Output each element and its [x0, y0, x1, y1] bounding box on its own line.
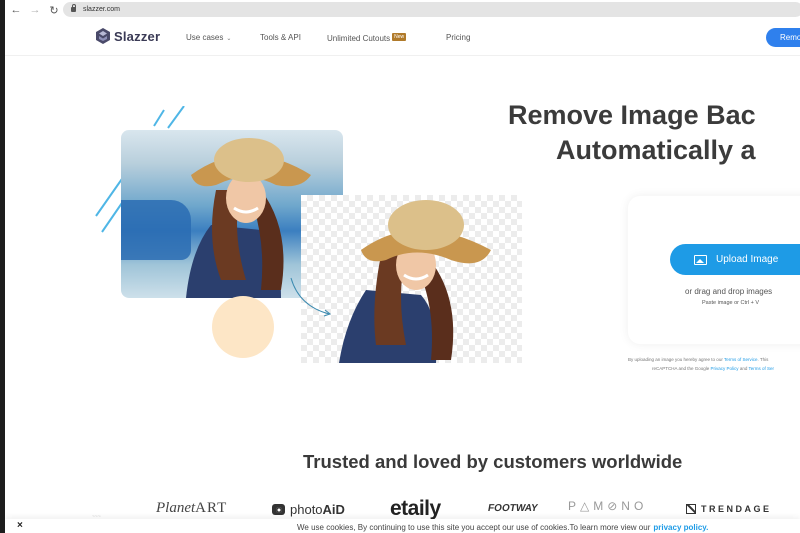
new-badge: New [392, 33, 407, 41]
window-edge [0, 0, 5, 533]
camera-icon [272, 504, 285, 515]
browser-toolbar: ← → ↻ slazzer.com [5, 0, 800, 20]
woman-cutout-figure [339, 200, 491, 363]
nav-pricing[interactable]: Pricing [446, 33, 470, 42]
brand-trendage: TRENDAGE [686, 504, 772, 514]
image-icon [694, 254, 707, 265]
chevron-down-icon: ⌄ [226, 36, 232, 42]
arrow-left-icon[interactable]: ← [8, 2, 24, 18]
terms-notice: By uploading an image you hereby agree t… [628, 355, 800, 373]
address-bar[interactable]: slazzer.com [63, 2, 800, 17]
arrow-right-icon[interactable]: → [27, 2, 43, 18]
privacy-policy-link[interactable]: Privacy Policy [711, 366, 739, 371]
cookie-banner: × We use cookies, By continuing to use t… [5, 519, 800, 533]
google-terms-link[interactable]: Terms of Ser [749, 366, 775, 371]
drag-drop-hint: or drag and drop images [685, 287, 773, 296]
trusted-heading: Trusted and loved by customers worldwide [303, 451, 683, 472]
nav-use-cases-label: Use cases [186, 33, 224, 42]
nav-unlimited-cutouts-label: Unlimited Cutouts [327, 34, 391, 43]
brand-footway: FOOTWAY [487, 503, 539, 514]
hero-title-line2: Automatically a [556, 135, 756, 165]
remove-background-button[interactable]: Remo [766, 28, 800, 47]
decorative-circle [212, 296, 274, 358]
trendage-mark-icon [686, 504, 696, 514]
close-icon[interactable]: × [17, 520, 23, 531]
upload-image-label: Upload Image [716, 254, 779, 265]
slazzer-logo-icon [96, 28, 110, 44]
terms-line2-mid: and [739, 366, 748, 371]
nav-use-cases[interactable]: Use cases ⌄ [186, 33, 231, 42]
site-header: Slazzer Use cases ⌄ Tools & API Unlimited… [5, 20, 800, 56]
terms-of-service-link[interactable]: Terms of Service [724, 357, 758, 362]
nav-tools-api[interactable]: Tools & API [260, 33, 301, 42]
terms-prefix: By uploading an image you hereby agree t… [628, 357, 723, 362]
hero-title-line1: Remove Image Bac [508, 100, 756, 130]
nav-unlimited-cutouts[interactable]: Unlimited Cutouts New [327, 33, 407, 43]
arrow-icon [290, 277, 332, 317]
lock-icon [71, 4, 76, 12]
paste-hint: Paste image or Ctrl + V [702, 300, 760, 306]
brand-pamono: P△M⊘NO [568, 499, 648, 513]
cookie-text: We use cookies, By continuing to use thi… [297, 523, 708, 532]
brand-planetart: PlanetART [156, 500, 228, 516]
brand-logo[interactable]: Slazzer [96, 28, 160, 44]
trendage-label: TRENDAGE [701, 504, 772, 514]
reload-icon[interactable]: ↻ [46, 2, 62, 18]
url-text: slazzer.com [83, 6, 120, 13]
brand-etaily: etaily [390, 497, 441, 520]
cookie-message: We use cookies, By continuing to use thi… [297, 523, 651, 532]
cookie-privacy-link[interactable]: privacy policy. [653, 523, 708, 532]
brand-name: Slazzer [114, 28, 161, 44]
brand-photoaid: photo AiD [272, 502, 345, 517]
upload-image-button[interactable]: Upload Image [670, 244, 800, 275]
page: ← → ↻ slazzer.com Slazzer Use cases ⌄ Too… [0, 0, 800, 533]
terms-line2-prefix: reCAPTCHA and the Google [652, 366, 710, 371]
terms-suffix: . This [757, 357, 769, 362]
